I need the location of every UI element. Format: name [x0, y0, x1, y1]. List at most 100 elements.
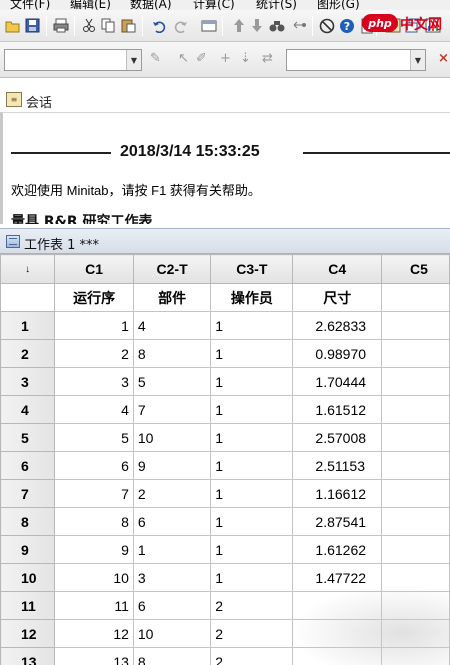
- row-number[interactable]: 10: [0, 563, 56, 592]
- column-header-c2[interactable]: C2-T: [132, 254, 212, 284]
- copy-icon[interactable]: [100, 17, 117, 34]
- cell-c1[interactable]: 13: [54, 647, 134, 665]
- save-icon[interactable]: [24, 17, 41, 34]
- menu-stat[interactable]: 统计(S): [256, 0, 297, 10]
- paste-icon[interactable]: [120, 17, 137, 34]
- data-direction-arrow[interactable]: ↓: [0, 254, 56, 284]
- menu-graph[interactable]: 图形(G): [317, 0, 360, 10]
- chevron-down-icon[interactable]: ▼: [126, 50, 141, 70]
- cell-c2[interactable]: 10: [132, 423, 212, 452]
- help-icon[interactable]: ?: [338, 17, 355, 34]
- row-number[interactable]: 8: [0, 507, 56, 536]
- cell-c2[interactable]: 9: [132, 451, 212, 480]
- cell-c2[interactable]: 10: [132, 619, 212, 648]
- column-name-c3[interactable]: 操作员: [210, 283, 294, 312]
- cell-c1[interactable]: 9: [54, 535, 134, 564]
- column-header-c3[interactable]: C3-T: [210, 254, 294, 284]
- row-number[interactable]: 13: [0, 647, 56, 665]
- cell-c3[interactable]: 1: [210, 423, 294, 452]
- cell-c2[interactable]: 6: [132, 507, 212, 536]
- cell-c3[interactable]: 1: [210, 395, 294, 424]
- column-header-c1[interactable]: C1: [54, 254, 134, 284]
- cell-c5[interactable]: [381, 507, 450, 536]
- column-header-c5[interactable]: C5: [381, 254, 450, 284]
- cell-c2[interactable]: 8: [132, 647, 212, 665]
- row-number[interactable]: 11: [0, 591, 56, 620]
- cell-c3[interactable]: 1: [210, 311, 294, 340]
- cell-c3[interactable]: 1: [210, 535, 294, 564]
- cell-c3[interactable]: 1: [210, 451, 294, 480]
- cell-c2[interactable]: 6: [132, 591, 212, 620]
- down-arrow-icon[interactable]: [248, 17, 265, 34]
- cell-c3[interactable]: 1: [210, 367, 294, 396]
- cell-c3[interactable]: 1: [210, 479, 294, 508]
- print-icon[interactable]: [52, 17, 69, 34]
- graph-select[interactable]: ▼: [286, 49, 426, 71]
- cell-c3[interactable]: 2: [210, 591, 294, 620]
- menu-calc[interactable]: 计算(C): [193, 0, 235, 10]
- cell-c2[interactable]: 5: [132, 367, 212, 396]
- cell-c2[interactable]: 1: [132, 535, 212, 564]
- worksheet-titlebar[interactable]: 工作表 1 ***: [0, 228, 450, 254]
- cell-c1[interactable]: 2: [54, 339, 134, 368]
- cell-c1[interactable]: 1: [54, 311, 134, 340]
- cell-c4[interactable]: 2.57008: [292, 423, 383, 452]
- cell-c2[interactable]: 8: [132, 339, 212, 368]
- cell-c3[interactable]: 1: [210, 339, 294, 368]
- column-select[interactable]: ▼: [4, 49, 142, 71]
- up-arrow-icon[interactable]: [230, 17, 247, 34]
- column-name-c5[interactable]: [381, 283, 450, 312]
- arrow-icon[interactable]: ⇣: [240, 52, 251, 65]
- cell-c1[interactable]: 4: [54, 395, 134, 424]
- cell-c1[interactable]: 5: [54, 423, 134, 452]
- cell-c5[interactable]: [381, 395, 450, 424]
- pen-icon[interactable]: ✐: [196, 52, 207, 65]
- close-icon[interactable]: ×: [438, 52, 449, 65]
- session-window[interactable]: 2018/3/14 15:33:25 欢迎使用 Minitab，请按 F1 获得…: [0, 112, 450, 224]
- cell-c4[interactable]: 0.98970: [292, 339, 383, 368]
- cell-c4[interactable]: 2.62833: [292, 311, 383, 340]
- cell-c3[interactable]: 2: [210, 647, 294, 665]
- cell-c2[interactable]: 7: [132, 395, 212, 424]
- cell-c4[interactable]: 1.61512: [292, 395, 383, 424]
- row-number[interactable]: 2: [0, 339, 56, 368]
- row-number[interactable]: 3: [0, 367, 56, 396]
- window-icon[interactable]: [200, 17, 217, 34]
- column-header-c4[interactable]: C4: [292, 254, 383, 284]
- redo-icon[interactable]: [172, 17, 189, 34]
- cell-c2[interactable]: 2: [132, 479, 212, 508]
- plus-icon[interactable]: +: [220, 52, 231, 65]
- column-name-c1[interactable]: 运行序: [54, 283, 134, 312]
- cell-c1[interactable]: 7: [54, 479, 134, 508]
- row-number[interactable]: 4: [0, 395, 56, 424]
- open-icon[interactable]: [4, 17, 21, 34]
- cell-c5[interactable]: [381, 367, 450, 396]
- column-name-c2[interactable]: 部件: [132, 283, 212, 312]
- cell-c5[interactable]: [381, 479, 450, 508]
- cell-c4[interactable]: 1.61262: [292, 535, 383, 564]
- menu-data[interactable]: 数据(A): [130, 0, 172, 10]
- cell-c1[interactable]: 11: [54, 591, 134, 620]
- row-number[interactable]: 1: [0, 311, 56, 340]
- cell-c5[interactable]: [381, 311, 450, 340]
- cell-c4[interactable]: 2.51153: [292, 451, 383, 480]
- column-name-c4[interactable]: 尺寸: [292, 283, 383, 312]
- menu-edit[interactable]: 编辑(E): [70, 0, 111, 10]
- cell-c4[interactable]: 2.87541: [292, 507, 383, 536]
- pointer-icon[interactable]: ↖: [178, 52, 189, 65]
- cell-c3[interactable]: 1: [210, 507, 294, 536]
- menu-file[interactable]: 文件(F): [10, 0, 50, 10]
- cell-c5[interactable]: [381, 423, 450, 452]
- undo-icon[interactable]: [150, 17, 167, 34]
- swap-icon[interactable]: ⇄: [262, 52, 273, 65]
- cell-c5[interactable]: [381, 339, 450, 368]
- cell-c4[interactable]: 1.70444: [292, 367, 383, 396]
- cell-c5[interactable]: [381, 451, 450, 480]
- brush-icon[interactable]: ✎: [150, 52, 161, 65]
- cell-c4[interactable]: 1.16612: [292, 479, 383, 508]
- cell-c5[interactable]: [381, 535, 450, 564]
- row-number[interactable]: 9: [0, 535, 56, 564]
- cell-c1[interactable]: 12: [54, 619, 134, 648]
- row-number[interactable]: 7: [0, 479, 56, 508]
- cell-c1[interactable]: 8: [54, 507, 134, 536]
